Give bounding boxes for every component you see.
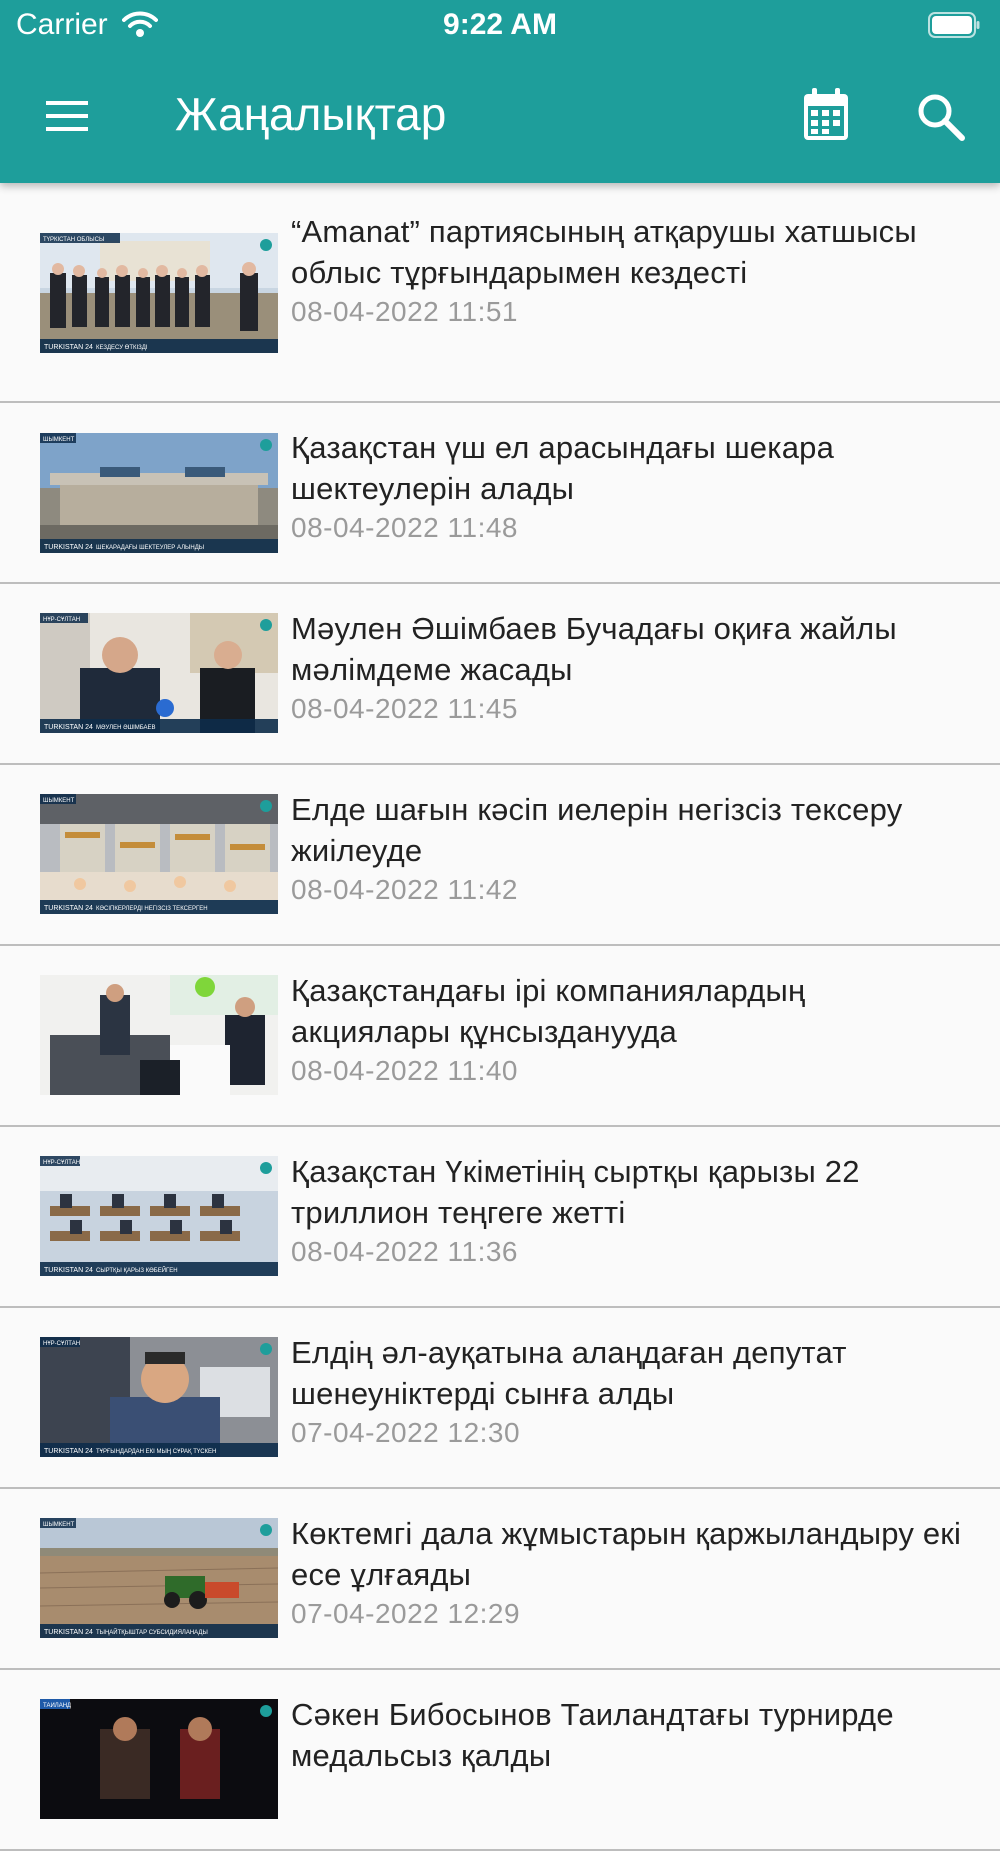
news-list: TURKISTAN 24 КЕЗДЕСУ ӨТКІЗДІ ТҮРКІСТАН О… (0, 183, 1000, 1851)
news-item[interactable]: ТАИЛАНД Сәкен Бибосынов Таиландтағы турн… (0, 1670, 1000, 1851)
news-thumbnail (40, 975, 278, 1095)
thumb-caption: МӘУЛЕН ӘШІМБАЕВ (96, 725, 156, 731)
thumb-tag: НҰР-СҰЛТАН (43, 617, 80, 623)
news-thumbnail: TURKISTAN 24 ТЫҢАЙТҚЫШТАР СУБСИДИЯЛАНАДЫ… (40, 1518, 278, 1638)
thumb-brand: TURKISTAN 24 (44, 544, 93, 551)
thumb-caption: ШЕКАРАДАҒЫ ШЕКТЕУЛЕР АЛЫНДЫ (96, 545, 204, 551)
news-date: 07-04-2022 12:29 (291, 1598, 521, 1629)
thumb-brand: TURKISTAN 24 (44, 1267, 93, 1274)
thumb-brand: TURKISTAN 24 (44, 344, 93, 351)
news-thumbnail: TURKISTAN 24 ШЕКАРАДАҒЫ ШЕКТЕУЛЕР АЛЫНДЫ… (40, 433, 278, 553)
news-date: 08-04-2022 11:51 (291, 296, 518, 327)
toolbar: Жаңалықтар (0, 60, 1000, 170)
status-time: 9:22 AM (443, 8, 557, 41)
thumb-tag: ШЫМКЕНТ (43, 437, 75, 443)
news-item[interactable]: Қазақстандағы ірі компаниялардың акцияла… (0, 946, 1000, 1127)
news-date: 08-04-2022 11:48 (291, 512, 518, 543)
thumb-caption: СЫРТҚЫ ҚАРЫЗ КӨБЕЙГЕН (96, 1266, 178, 1274)
thumb-tag: ТҮРКІСТАН ОБЛЫСЫ (43, 237, 104, 243)
news-item[interactable]: TURKISTAN 24 ШЕКАРАДАҒЫ ШЕКТЕУЛЕР АЛЫНДЫ… (0, 403, 1000, 584)
news-thumbnail: TURKISTAN 24 СЫРТҚЫ ҚАРЫЗ КӨБЕЙГЕН НҰР-С… (40, 1156, 278, 1276)
news-item[interactable]: TURKISTAN 24 СЫРТҚЫ ҚАРЫЗ КӨБЕЙГЕН НҰР-С… (0, 1127, 1000, 1308)
thumb-caption: ТҰРҒЫНДАРДАН ЕКІ МЫҢ СҰРАҚ ТҮСКЕН (96, 1449, 216, 1455)
news-thumbnail: TURKISTAN 24 МӘУЛЕН ӘШІМБАЕВ НҰР-СҰЛТАН (40, 613, 278, 733)
news-title: Қазақстандағы ірі компаниялардың акцияла… (291, 973, 806, 1049)
status-bar: Carrier 9:22 AM (0, 0, 1000, 52)
news-title: Елде шағын кәсіп иелерін негізсіз тексер… (291, 792, 903, 868)
news-date: 08-04-2022 11:45 (291, 693, 518, 724)
calendar-icon[interactable] (796, 84, 856, 148)
thumb-tag: ТАИЛАНД (43, 1703, 71, 1709)
news-thumbnail: ТАИЛАНД (40, 1699, 278, 1819)
thumb-tag: ШЫМКЕНТ (43, 1522, 75, 1528)
news-title: “Amanat” партиясының атқарушы хатшысы об… (291, 214, 917, 290)
news-thumbnail: TURKISTAN 24 КӘСІПКЕРЛЕРДІ НЕГІЗСІЗ ТЕКС… (40, 794, 278, 914)
news-item[interactable]: TURKISTAN 24 КЕЗДЕСУ ӨТКІЗДІ ТҮРКІСТАН О… (0, 183, 1000, 403)
thumb-tag: ШЫМКЕНТ (43, 798, 75, 804)
app-bar: Carrier 9:22 AM Жаңалықтар (0, 0, 1000, 183)
news-title: Сәкен Бибосынов Таиландтағы турнирде мед… (291, 1697, 894, 1773)
news-title: Қазақстан Үкіметінің сыртқы қарызы 22 тр… (291, 1154, 860, 1230)
thumb-caption: КЕЗДЕСУ ӨТКІЗДІ (96, 345, 148, 351)
news-thumbnail: TURKISTAN 24 КЕЗДЕСУ ӨТКІЗДІ ТҮРКІСТАН О… (40, 233, 278, 353)
thumb-brand: TURKISTAN 24 (44, 1448, 93, 1455)
news-item[interactable]: TURKISTAN 24 ТҰРҒЫНДАРДАН ЕКІ МЫҢ СҰРАҚ … (0, 1308, 1000, 1489)
page-title: Жаңалықтар (175, 88, 447, 140)
battery-icon (928, 12, 980, 38)
news-date: 08-04-2022 11:40 (291, 1055, 518, 1086)
thumb-brand: TURKISTAN 24 (44, 1629, 93, 1636)
news-title: Қазақстан үш ел арасындағы шекара шектеу… (291, 430, 835, 506)
news-date: 07-04-2022 12:30 (291, 1417, 521, 1448)
thumb-tag: НҰР-СҰЛТАН (43, 1341, 80, 1347)
news-item[interactable]: TURKISTAN 24 ТЫҢАЙТҚЫШТАР СУБСИДИЯЛАНАДЫ… (0, 1489, 1000, 1670)
news-title: Елдің әл-ауқатына алаңдаған депутат шене… (291, 1335, 847, 1411)
thumb-brand: TURKISTAN 24 (44, 905, 93, 912)
news-item[interactable]: TURKISTAN 24 МӘУЛЕН ӘШІМБАЕВ НҰР-СҰЛТАН … (0, 584, 1000, 765)
news-item[interactable]: TURKISTAN 24 КӘСІПКЕРЛЕРДІ НЕГІЗСІЗ ТЕКС… (0, 765, 1000, 946)
news-title: Мәулен Әшімбаев Бучадағы оқиға жайлы мәл… (291, 611, 897, 687)
thumb-brand: TURKISTAN 24 (44, 724, 93, 731)
thumb-tag: НҰР-СҰЛТАН (43, 1160, 80, 1166)
news-date: 08-04-2022 11:36 (291, 1236, 518, 1267)
news-thumbnail: TURKISTAN 24 ТҰРҒЫНДАРДАН ЕКІ МЫҢ СҰРАҚ … (40, 1337, 278, 1457)
news-date: 08-04-2022 11:42 (291, 874, 518, 905)
search-icon[interactable] (914, 90, 968, 144)
menu-icon[interactable] (36, 88, 98, 144)
thumb-caption: КӘСІПКЕРЛЕРДІ НЕГІЗСІЗ ТЕКСЕРГЕН (96, 906, 208, 912)
thumb-caption: ТЫҢАЙТҚЫШТАР СУБСИДИЯЛАНАДЫ (96, 1628, 208, 1636)
news-title: Көктемгі дала жұмыстарын қаржыландыру ек… (291, 1516, 962, 1592)
